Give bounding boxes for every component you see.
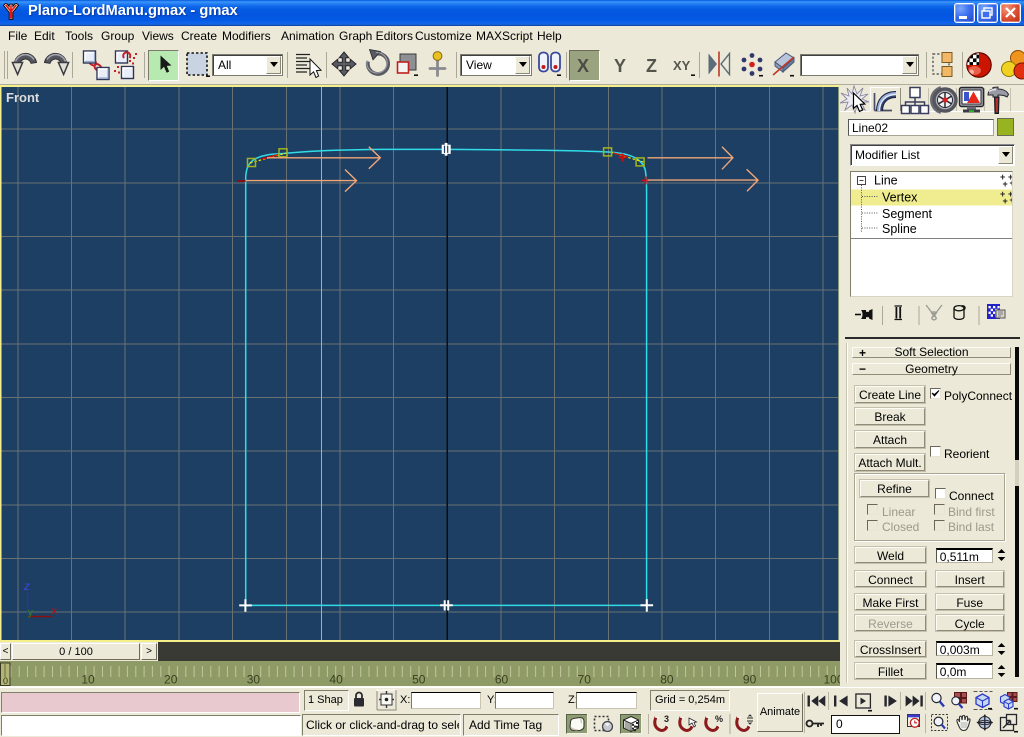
svg-text:Line: Line	[874, 174, 898, 188]
svg-text:Y: Y	[614, 56, 626, 76]
svg-text:Vertex: Vertex	[882, 191, 918, 205]
svg-text:Front: Front	[6, 90, 40, 105]
svg-text:%: %	[715, 714, 723, 724]
svg-text:Z: Z	[646, 56, 657, 76]
svg-text:x: x	[52, 606, 58, 617]
svg-text:+: +	[1003, 196, 1008, 206]
svg-text:Segment: Segment	[882, 207, 933, 221]
svg-text:X: X	[577, 56, 589, 76]
svg-text:0: 0	[3, 676, 8, 686]
svg-text:60: 60	[495, 673, 509, 687]
svg-text:XY: XY	[673, 58, 691, 73]
svg-text:70: 70	[578, 673, 592, 687]
svg-text:3: 3	[664, 714, 669, 724]
svg-text:+: +	[1010, 178, 1013, 188]
svg-text:90: 90	[743, 673, 757, 687]
svg-text:80: 80	[660, 673, 674, 687]
svg-text:+: +	[1010, 195, 1013, 205]
svg-text:20: 20	[164, 673, 178, 687]
svg-text:+: +	[1003, 179, 1008, 189]
svg-text:30: 30	[247, 673, 261, 687]
svg-text:Z: Z	[23, 582, 30, 592]
svg-text:10: 10	[81, 673, 95, 687]
svg-text:Spline: Spline	[882, 222, 917, 236]
svg-text:y: y	[28, 608, 34, 619]
svg-text:50: 50	[412, 673, 426, 687]
svg-text:100: 100	[823, 673, 840, 687]
svg-text:40: 40	[329, 673, 343, 687]
